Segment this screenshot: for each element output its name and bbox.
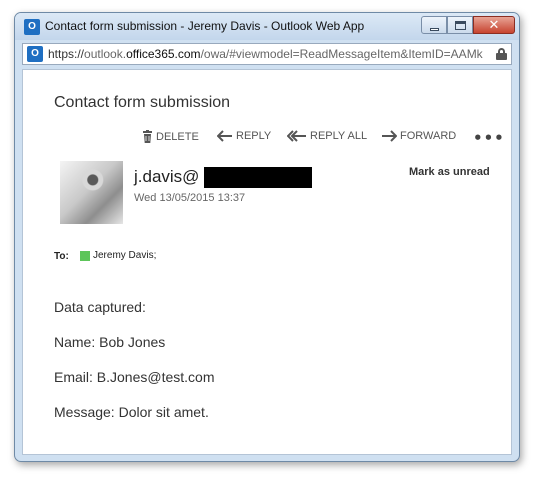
- browser-window: O Contact form submission - Jeremy Davis…: [14, 12, 520, 462]
- message-pane: Contact form submission DELETE REPLY REP…: [22, 69, 512, 455]
- recipient-name[interactable]: Jeremy Davis;: [93, 250, 156, 261]
- presence-status-icon: [80, 251, 90, 261]
- sender-avatar[interactable]: [60, 161, 123, 224]
- reply-all-button[interactable]: REPLY ALL: [286, 130, 368, 142]
- window-title: Contact form submission - Jeremy Davis -…: [45, 19, 365, 33]
- url-host: office365.com: [126, 47, 201, 61]
- reply-arrow-icon: [216, 130, 232, 142]
- trash-icon: [143, 130, 152, 143]
- forward-button[interactable]: FORWARD: [381, 130, 456, 142]
- url-path: /owa/#viewmodel=ReadMessageItem&ItemID=A…: [200, 47, 483, 61]
- delete-label: DELETE: [156, 131, 199, 143]
- maximize-icon: [455, 21, 466, 30]
- to-label: To:: [54, 251, 69, 262]
- body-line: Name: Bob Jones: [54, 334, 166, 350]
- mark-as-unread-link[interactable]: Mark as unread: [409, 166, 490, 178]
- delete-button[interactable]: DELETE: [142, 130, 199, 143]
- title-bar[interactable]: O Contact form submission - Jeremy Davis…: [15, 13, 519, 40]
- outlook-favicon-icon: O: [27, 46, 43, 62]
- reply-button[interactable]: REPLY: [216, 130, 272, 142]
- reply-label: REPLY: [236, 130, 272, 142]
- minimize-icon: [430, 28, 439, 31]
- url-text[interactable]: https://outlook.office365.com/owa/#viewm…: [48, 47, 488, 61]
- reply-all-arrow-icon: [286, 130, 306, 142]
- forward-label: FORWARD: [400, 130, 457, 142]
- redacted-block: [204, 167, 312, 188]
- body-line: Message: Dolor sit amet.: [54, 404, 209, 420]
- forward-arrow-icon: [382, 130, 398, 142]
- address-bar[interactable]: O https://outlook.office365.com/owa/#vie…: [22, 43, 512, 65]
- body-line: Email: B.Jones@test.com: [54, 369, 215, 385]
- outlook-app-icon: O: [24, 19, 40, 35]
- lock-icon[interactable]: [496, 48, 507, 60]
- sent-date: Wed 13/05/2015 13:37: [134, 192, 246, 204]
- sender-address[interactable]: j.davis@: [134, 167, 199, 187]
- body-line: Data captured:: [54, 299, 146, 315]
- minimize-button[interactable]: [421, 16, 447, 34]
- url-subdomain: outlook.: [84, 47, 127, 61]
- close-icon: ✕: [488, 18, 500, 33]
- url-scheme: https://: [48, 47, 85, 61]
- maximize-button[interactable]: [447, 16, 473, 34]
- more-actions-icon[interactable]: •••: [473, 129, 505, 147]
- message-subject: Contact form submission: [54, 94, 231, 111]
- reply-all-label: REPLY ALL: [310, 130, 368, 142]
- close-button[interactable]: ✕: [473, 16, 515, 34]
